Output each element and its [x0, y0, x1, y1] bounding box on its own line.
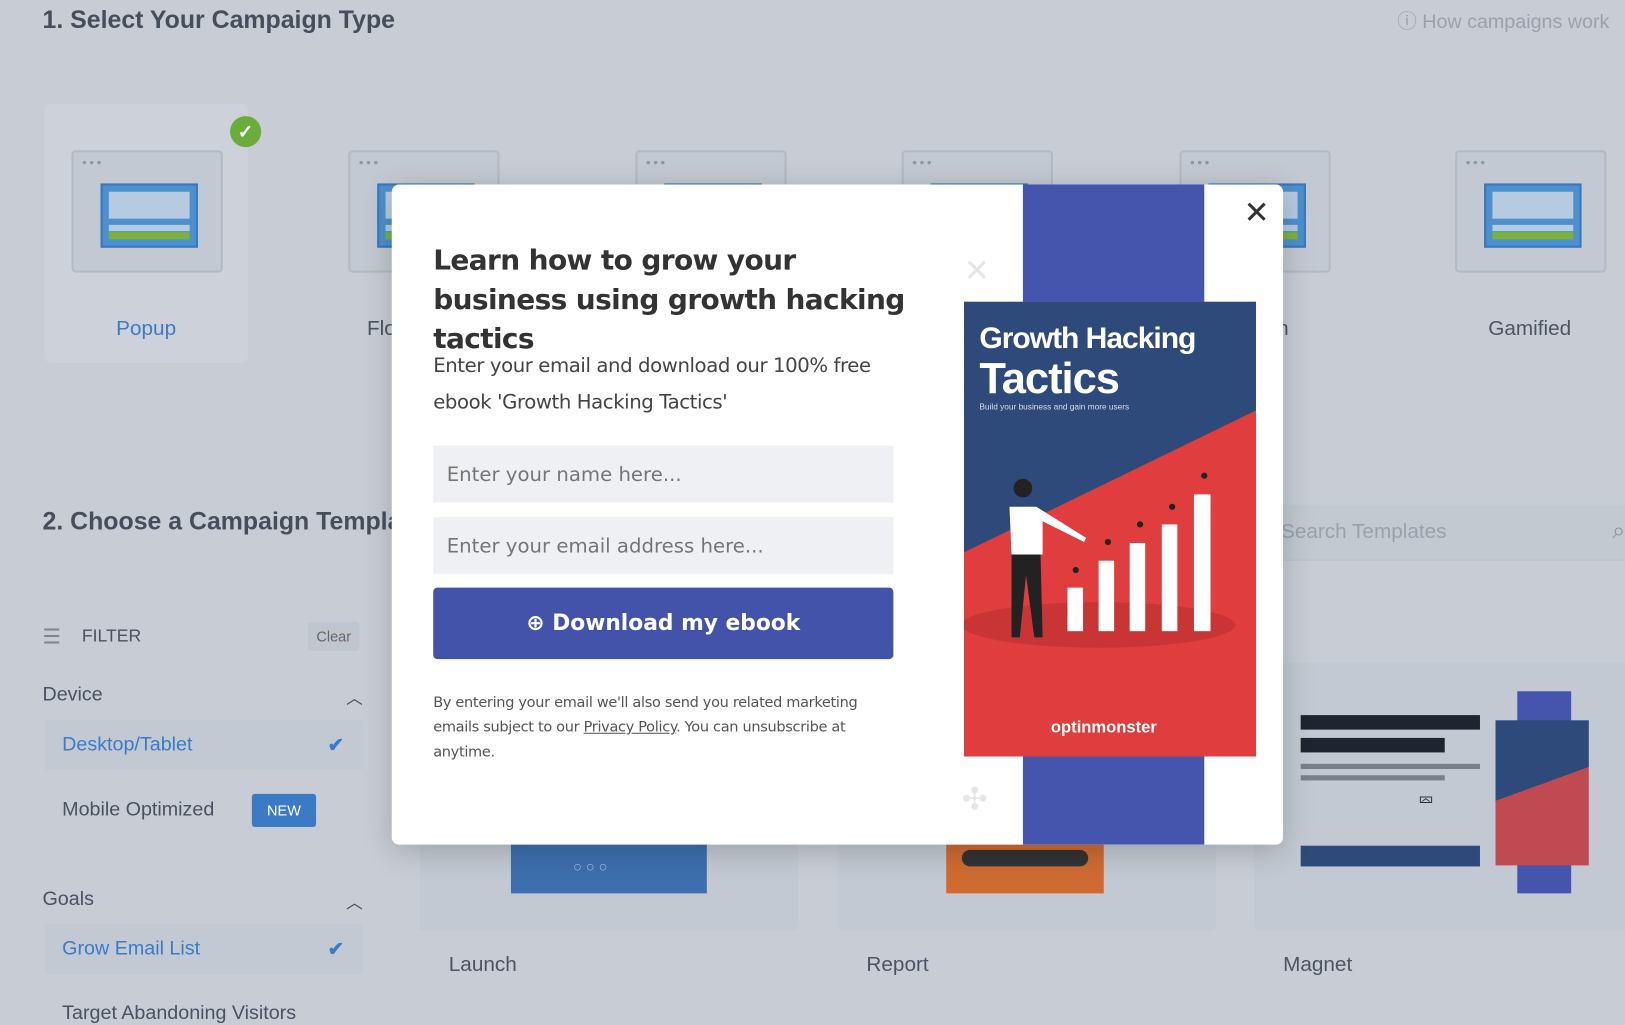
- new-badge: NEW: [251, 793, 317, 828]
- decorative-x-icon: ✕: [963, 253, 990, 289]
- campaign-type-label: Gamified: [1488, 317, 1572, 340]
- campaign-type-thumbnail: ● ● ●: [1455, 150, 1607, 273]
- section-2-title: 2. Choose a Campaign Template: [42, 507, 424, 536]
- check-icon: ✔: [327, 734, 345, 757]
- filter-grow-email-list[interactable]: Grow Email List ✔: [44, 924, 363, 975]
- download-icon: ⊕: [526, 610, 553, 636]
- filter-desktop-tablet[interactable]: Desktop/Tablet ✔: [44, 720, 363, 771]
- ebook-popup-modal: Learn how to grow your business using gr…: [391, 184, 1284, 845]
- campaign-type-card[interactable]: ● ● ● Gamified: [1428, 104, 1625, 363]
- template-name: Launch: [448, 953, 517, 977]
- search-templates-input[interactable]: Search Templates ⌕: [1272, 504, 1625, 561]
- template-name: Report: [866, 953, 929, 977]
- optinmonster-logo: optinmonster: [1050, 719, 1157, 737]
- modal-body: Enter your email and download our 100% f…: [433, 354, 871, 414]
- mouse-cursor-icon: ⮹: [1417, 789, 1435, 813]
- download-ebook-button[interactable]: ⊕ Download my ebook: [433, 587, 894, 660]
- filter-icon: ☰: [42, 625, 62, 649]
- close-icon[interactable]: ✕: [1244, 195, 1270, 231]
- selected-check-icon: ✓: [230, 116, 262, 148]
- search-icon: ⌕: [1612, 517, 1625, 544]
- campaign-type-thumbnail: ● ● ●: [71, 150, 223, 273]
- check-icon: ✔: [327, 938, 345, 961]
- how-campaigns-work-link[interactable]: ⓘ How campaigns work: [1397, 6, 1609, 34]
- chevron-up-icon[interactable]: ︿: [346, 888, 363, 913]
- privacy-policy-link[interactable]: Privacy Policy: [584, 719, 677, 736]
- goals-heading: Goals: [42, 888, 94, 910]
- chevron-up-icon[interactable]: ︿: [346, 684, 363, 709]
- campaign-type-label: Popup: [116, 317, 177, 340]
- template-card-magnet[interactable]: [1254, 663, 1625, 931]
- modal-heading: Learn how to grow your business using gr…: [433, 244, 905, 356]
- section-1-title: 1. Select Your Campaign Type: [42, 6, 395, 35]
- clear-filter-button[interactable]: Clear: [307, 621, 360, 651]
- name-input[interactable]: [433, 445, 894, 503]
- filter-mobile-optimized[interactable]: Mobile Optimized: [62, 799, 214, 822]
- email-input[interactable]: [433, 517, 894, 575]
- info-icon: ⓘ: [1397, 11, 1423, 34]
- filter-target-abandoning[interactable]: Target Abandoning Visitors: [62, 1002, 296, 1025]
- template-name: Magnet: [1283, 953, 1353, 977]
- campaign-type-card[interactable]: ● ● ● Popup: [44, 103, 248, 363]
- disclaimer: By entering your email we'll also send y…: [433, 694, 858, 761]
- decorative-star-icon: ✣: [961, 782, 988, 817]
- device-heading: Device: [42, 684, 103, 706]
- filter-label: FILTER: [81, 625, 142, 646]
- ebook-cover: Growth Hacking Tactics Build your busine…: [963, 301, 1257, 757]
